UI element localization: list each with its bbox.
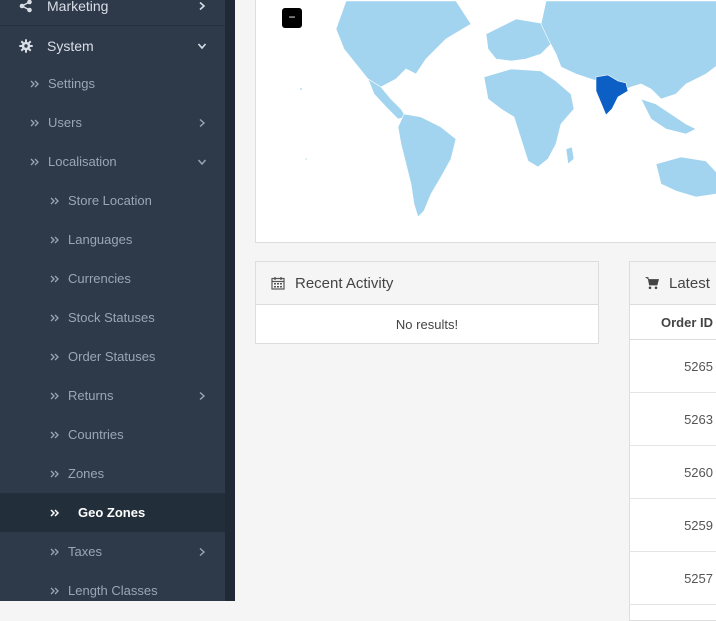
double-chevron-right-icon [50, 508, 60, 517]
world-map[interactable] [256, 0, 716, 243]
chevron-right-icon [199, 118, 206, 127]
southeast-asia-shape [640, 98, 697, 135]
africa-shape [483, 68, 575, 168]
chevron-down-icon [197, 42, 207, 49]
sidebar-item-label: Countries [68, 427, 124, 442]
sidebar-item-label: Marketing [47, 0, 109, 14]
sidebar-item-label: Order Statuses [68, 349, 156, 364]
sidebar-item-length-classes[interactable]: Length Classes [0, 571, 225, 610]
double-chevron-right-icon [50, 353, 59, 360]
empty-state-text: No results! [395, 316, 459, 332]
australia-shape [655, 156, 716, 198]
double-chevron-right-icon [50, 236, 59, 243]
north-america-shape [335, 0, 472, 88]
share-icon [19, 0, 32, 12]
south-america-shape [397, 113, 457, 218]
chevron-right-icon [199, 547, 206, 556]
chevron-right-icon [199, 391, 206, 400]
chevron-down-icon [197, 159, 207, 165]
sidebar: Marketing System Settings Users Localisa… [0, 0, 225, 601]
table-row[interactable]: 5257 [630, 552, 716, 605]
sidebar-item-label: Stock Statuses [68, 310, 155, 325]
double-chevron-right-icon [50, 197, 59, 204]
sidebar-item-countries[interactable]: Countries [0, 415, 225, 454]
sidebar-item-localisation[interactable]: Localisation [0, 142, 225, 181]
latest-orders-panel: Latest Order ID 5265 5263 5260 5259 5257 [629, 261, 716, 621]
sidebar-item-label: Users [48, 115, 82, 130]
column-header-order-id[interactable]: Order ID [630, 305, 716, 340]
sidebar-item-label: Settings [48, 76, 95, 91]
table-row[interactable]: 5260 [630, 446, 716, 499]
shopping-cart-icon [645, 277, 659, 290]
double-chevron-right-icon [30, 119, 39, 126]
world-map-panel: − [255, 0, 716, 243]
island-shape [299, 87, 303, 91]
madagascar-shape [565, 146, 575, 165]
sidebar-item-label: Languages [68, 232, 133, 247]
double-chevron-right-icon [50, 275, 59, 282]
chevron-right-icon [199, 1, 206, 10]
sidebar-item-label: Localisation [48, 154, 117, 169]
table-row[interactable]: 5263 [630, 393, 716, 446]
sidebar-item-label: Zones [68, 466, 105, 481]
island-shape [304, 157, 308, 161]
double-chevron-right-icon [50, 392, 59, 399]
central-america-shape [367, 78, 407, 120]
gear-icon [19, 38, 33, 53]
sidebar-item-label: Geo Zones [78, 505, 146, 520]
sidebar-item-languages[interactable]: Languages [0, 220, 225, 259]
sidebar-item-returns[interactable]: Returns [0, 376, 225, 415]
double-chevron-right-icon [30, 158, 39, 165]
panel-title: Recent Activity [295, 274, 394, 292]
sidebar-item-label: Taxes [68, 544, 102, 559]
sidebar-item-zones[interactable]: Zones [0, 454, 225, 493]
double-chevron-right-icon [50, 548, 59, 555]
sidebar-item-taxes[interactable]: Taxes [0, 532, 225, 571]
sidebar-item-system[interactable]: System [0, 26, 225, 65]
sidebar-item-geo-zones[interactable]: Geo Zones [0, 493, 225, 532]
panel-header: Recent Activity [256, 262, 598, 305]
panel-title: Latest [669, 274, 710, 292]
asia-shape [540, 0, 716, 100]
sidebar-item-label: Currencies [68, 271, 131, 286]
double-chevron-right-icon [50, 431, 59, 438]
sidebar-item-store-location[interactable]: Store Location [0, 181, 225, 220]
double-chevron-right-icon [50, 470, 59, 477]
sidebar-item-currencies[interactable]: Currencies [0, 259, 225, 298]
double-chevron-right-icon [30, 80, 39, 87]
sidebar-item-marketing[interactable]: Marketing [0, 0, 225, 25]
sidebar-item-users[interactable]: Users [0, 103, 225, 142]
sidebar-item-label: Length Classes [68, 583, 158, 598]
zoom-out-button[interactable]: − [282, 8, 302, 28]
sidebar-item-label: System [47, 37, 94, 54]
sidebar-item-settings[interactable]: Settings [0, 64, 225, 103]
sidebar-item-stock-statuses[interactable]: Stock Statuses [0, 298, 225, 337]
calendar-icon [271, 277, 285, 290]
sidebar-edge [225, 0, 235, 601]
double-chevron-right-icon [50, 314, 59, 321]
table-row[interactable]: 5259 [630, 499, 716, 552]
sidebar-item-order-statuses[interactable]: Order Statuses [0, 337, 225, 376]
panel-header: Latest [630, 262, 716, 305]
sidebar-item-label: Store Location [68, 193, 152, 208]
table-row[interactable]: 5265 [630, 340, 716, 393]
double-chevron-right-icon [50, 587, 59, 594]
sidebar-item-label: Returns [68, 388, 114, 403]
recent-activity-panel: Recent Activity No results! [255, 261, 599, 344]
